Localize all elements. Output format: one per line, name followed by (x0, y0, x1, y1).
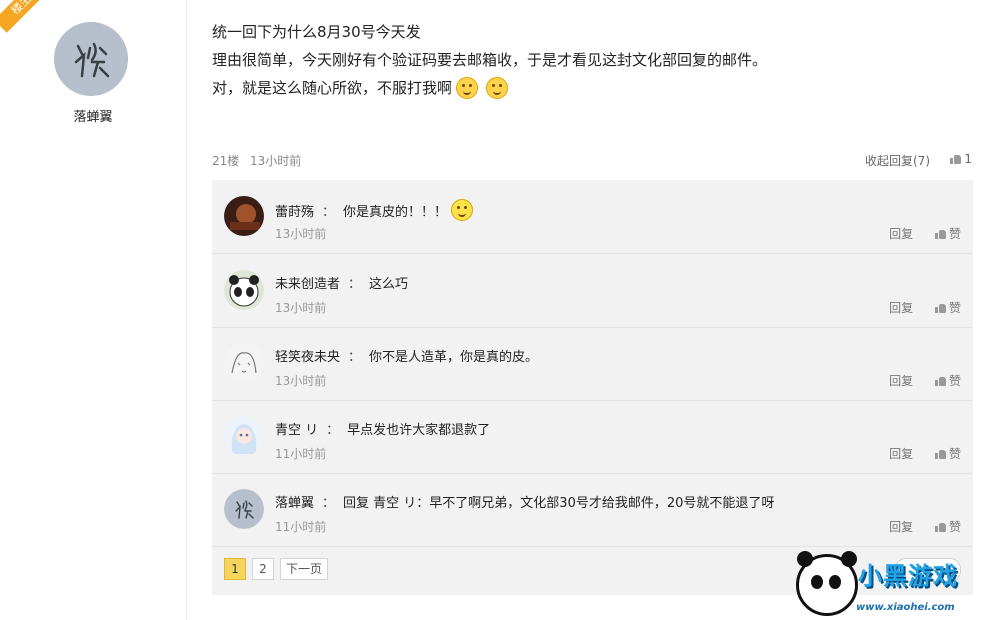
reply-time: 11小时前 (275, 447, 327, 461)
list-item: 蕾莳殇 ： 你是真皮的！！！ 13小时前 回复 赞 (212, 180, 973, 254)
reply-actions: 回复 赞 (889, 372, 961, 389)
post-line-text: 理由很简单，今天刚好有个验证码要去邮箱收，于是才看见这封文化部回复的邮件。 (212, 51, 768, 69)
author-avatar[interactable] (54, 22, 128, 96)
reply-text: 你是真皮的！！！ (343, 204, 448, 220)
avatar[interactable] (224, 196, 264, 236)
calligraphy-logo-icon (224, 489, 264, 529)
reply-username[interactable]: 轻笑夜未央 (275, 346, 340, 365)
reply-time: 13小时前 (275, 301, 327, 315)
reply-actions: 回复 赞 (889, 445, 961, 462)
avatar[interactable] (224, 416, 264, 456)
calligraphy-logo-icon (54, 22, 128, 96)
pagination: 1 2 下一页 (224, 558, 329, 580)
reply-list: 蕾莳殇 ： 你是真皮的！！！ 13小时前 回复 赞 未来创造者 ： 这么巧 13… (212, 180, 973, 595)
panda-logo-icon (796, 551, 858, 616)
page-1-button[interactable]: 1 (224, 558, 246, 580)
like-label: 赞 (948, 301, 961, 315)
next-page-button[interactable]: 下一页 (280, 558, 329, 580)
reply-button[interactable]: 回复 (889, 447, 913, 461)
collapse-replies-link[interactable]: 收起回复(7) (865, 152, 930, 169)
reply-time: 13小时前 (275, 374, 327, 388)
reply-separator: ： (326, 423, 340, 438)
avatar[interactable] (224, 270, 264, 310)
reply-line: 青空 リ ： 早点发也许大家都退款了 (275, 419, 490, 438)
reply-line: 蕾莳殇 ： 你是真皮的！！！ (275, 199, 474, 221)
avatar[interactable] (224, 489, 264, 529)
reply-line: 轻笑夜未央 ： 你不是人造革，你是真的皮。 (275, 346, 538, 365)
avatar[interactable] (224, 343, 264, 383)
panda-eye-icon (829, 575, 841, 589)
op-badge: 楼主 (0, 0, 50, 33)
reply-separator: ： (322, 496, 336, 511)
post-line: 对，就是这么随心所欲，不服打我啊 (212, 74, 972, 102)
reply-username[interactable]: 蕾莳殇 (275, 201, 314, 220)
reply-text: 你不是人造革，你是真的皮。 (369, 350, 539, 365)
like-button[interactable]: 赞 (934, 301, 961, 315)
reply-button[interactable]: 回复 (889, 301, 913, 315)
laughing-emoji-icon (456, 77, 479, 99)
reply-text: 这么巧 (369, 277, 409, 292)
reply-separator: ： (348, 277, 362, 292)
sketch-avatar-icon (224, 343, 264, 383)
thumbs-up-icon (934, 229, 946, 239)
like-label: 赞 (948, 227, 961, 241)
reply-text: 回复 青空 リ：早不了啊兄弟，文化部30号才给我邮件，20号就不能退了呀 (343, 496, 775, 511)
watermark-url: www.xiaohei.com (856, 602, 955, 613)
thumbs-up-icon (934, 449, 946, 459)
reply-username[interactable]: 落蝉翼 (275, 492, 314, 511)
reply-text: 早点发也许大家都退款了 (347, 423, 491, 438)
like-count: 1 (964, 152, 972, 166)
list-item: 落蝉翼 ： 回复 青空 リ：早不了啊兄弟，文化部30号才给我邮件，20号就不能退… (212, 473, 973, 547)
like-label: 赞 (948, 374, 961, 388)
thumbs-up-icon (934, 522, 946, 532)
post-line: 理由很简单，今天刚好有个验证码要去邮箱收，于是才看见这封文化部回复的邮件。 (212, 46, 972, 74)
watermark-title: 小黑游戏 (858, 562, 958, 590)
reply-username[interactable]: 青空 リ (275, 419, 318, 438)
thumbs-up-icon (934, 376, 946, 386)
like-button[interactable]: 赞 (934, 520, 961, 534)
list-item: 轻笑夜未央 ： 你不是人造革，你是真的皮。 13小时前 回复 赞 (212, 327, 973, 401)
reply-button[interactable]: 回复 (889, 520, 913, 534)
reply-separator: ： (348, 350, 362, 365)
like-button[interactable]: 赞 (934, 374, 961, 388)
anime-avatar-icon (224, 416, 264, 456)
list-item: 青空 リ ： 早点发也许大家都退款了 11小时前 回复 赞 (212, 400, 973, 474)
author-name[interactable]: 落蝉翼 (0, 106, 186, 125)
like-label: 赞 (948, 447, 961, 461)
like-button[interactable]: 赞 (934, 447, 961, 461)
like-button[interactable]: 1 (950, 152, 972, 166)
list-item: 未来创造者 ： 这么巧 13小时前 回复 赞 (212, 254, 973, 328)
post-line: 统一回下为什么8月30号今天发 (212, 18, 972, 46)
page-2-button[interactable]: 2 (252, 558, 274, 580)
site-watermark: 小黑游戏 www.xiaohei.com (790, 550, 985, 620)
reply-actions: 回复 赞 (889, 299, 961, 316)
post-line-text: 统一回下为什么8月30号今天发 (212, 23, 421, 41)
panda-eye-icon (811, 575, 823, 589)
reply-time: 11小时前 (275, 520, 327, 534)
thumbs-up-icon (934, 303, 946, 313)
thumbs-up-icon (950, 154, 962, 164)
reply-button[interactable]: 回复 (889, 374, 913, 388)
like-label: 赞 (948, 520, 961, 534)
reply-time: 13小时前 (275, 227, 327, 241)
panda-avatar-icon (224, 270, 264, 310)
avatar-image-icon (224, 196, 264, 236)
post-content: 统一回下为什么8月30号今天发 理由很简单，今天刚好有个验证码要去邮箱收，于是才… (212, 18, 972, 102)
like-button[interactable]: 赞 (934, 227, 961, 241)
post-line-text: 对，就是这么随心所欲，不服打我啊 (212, 79, 453, 97)
reply-line: 未来创造者 ： 这么巧 (275, 273, 408, 292)
reply-line: 落蝉翼 ： 回复 青空 リ：早不了啊兄弟，文化部30号才给我邮件，20号就不能退… (275, 492, 774, 511)
post-meta: 21楼 13小时前 收起回复(7) 1 (212, 152, 972, 170)
author-column: 楼主 落蝉翼 (0, 0, 187, 620)
reply-separator: ： (322, 204, 336, 220)
laughing-emoji-icon (486, 77, 509, 99)
reply-actions: 回复 赞 (889, 225, 961, 242)
smile-emoji-icon (451, 199, 474, 221)
reply-username[interactable]: 未来创造者 (275, 273, 340, 292)
post-time: 13小时前 (250, 154, 302, 168)
reply-actions: 回复 赞 (889, 518, 961, 535)
reply-button[interactable]: 回复 (889, 227, 913, 241)
floor-number: 21楼 (212, 154, 240, 168)
